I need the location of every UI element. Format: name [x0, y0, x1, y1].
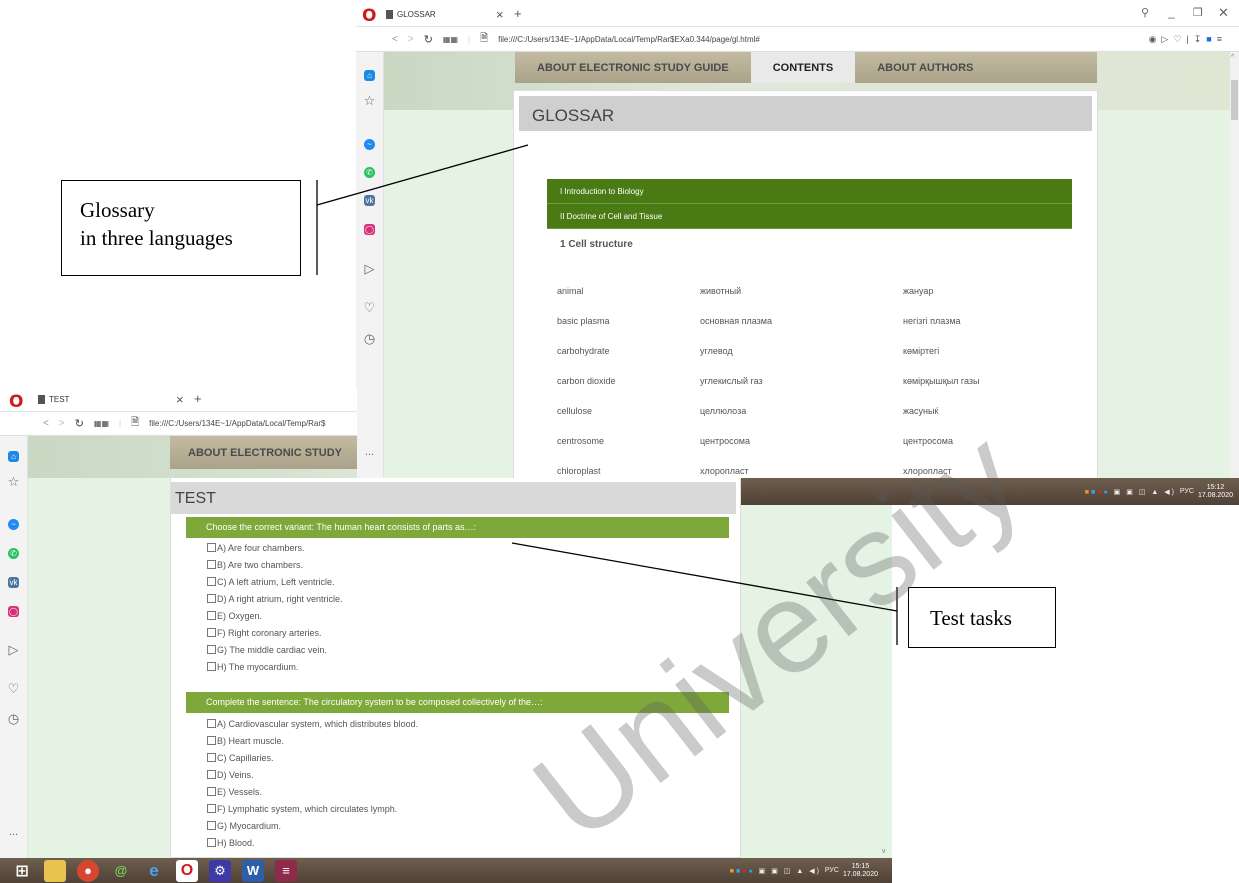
glossary-annotation: Glossary in three languages — [61, 180, 301, 276]
glossary-annotation-line2: in three languages — [80, 226, 233, 250]
test-annotation-text: Test tasks — [930, 606, 1012, 630]
glossary-annotation-line1: Glossary — [80, 198, 155, 222]
glossary-pointer-line — [316, 144, 529, 206]
